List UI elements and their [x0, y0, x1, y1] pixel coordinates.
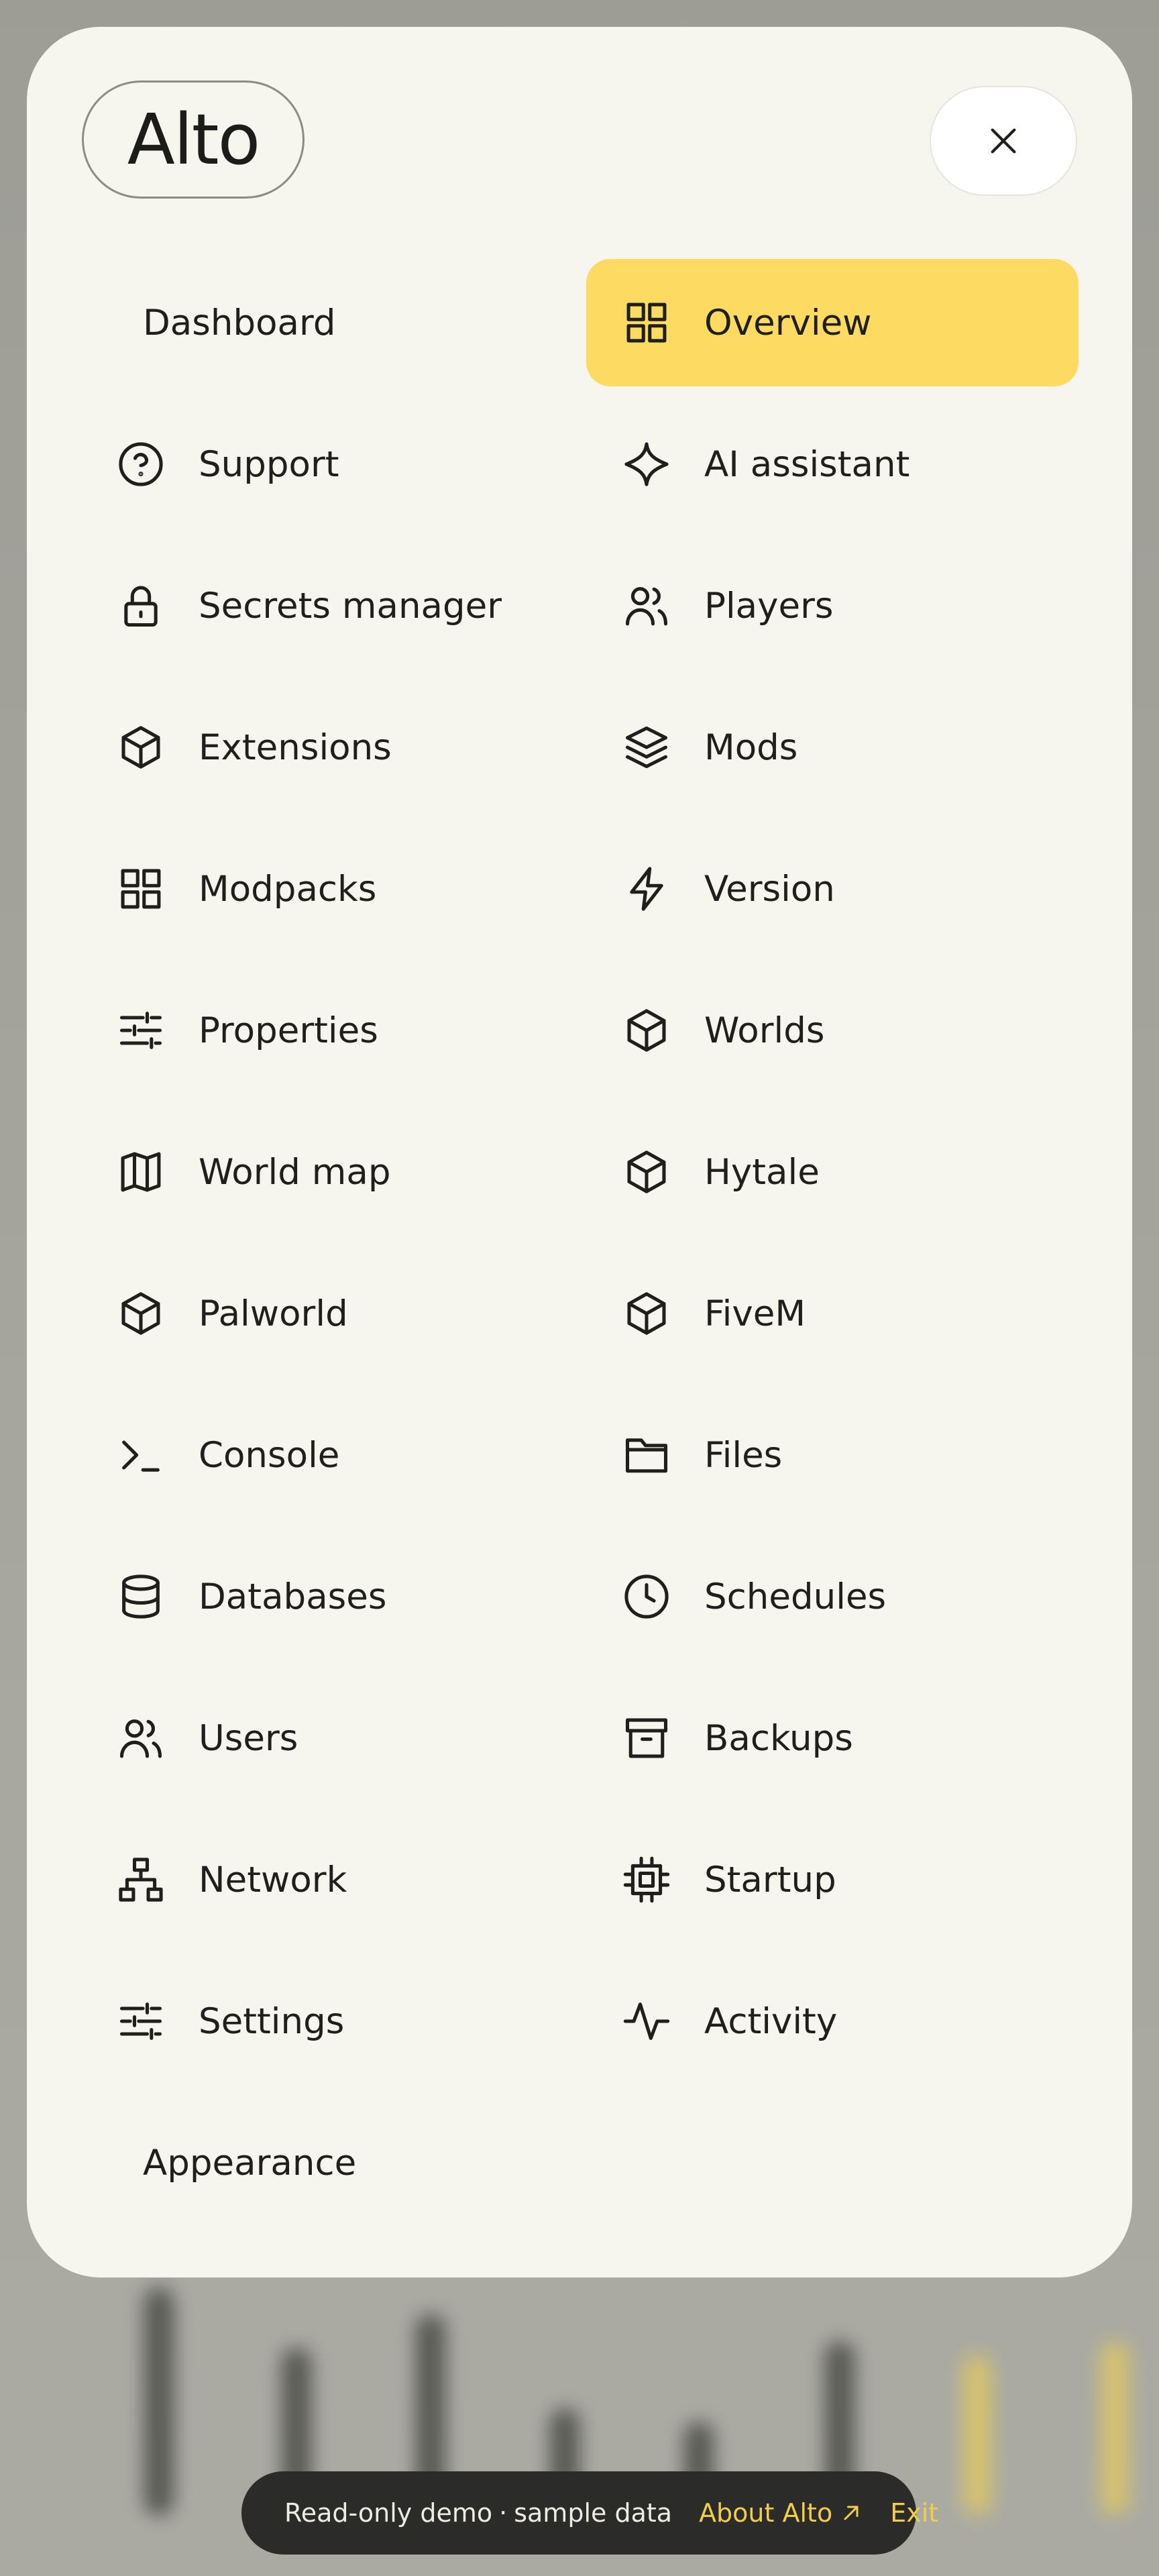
menu-item-support[interactable]: Support: [80, 400, 553, 528]
menu-item-network[interactable]: Network: [80, 1816, 553, 1943]
menu-item-schedules[interactable]: Schedules: [586, 1533, 1079, 1660]
activity-icon: [620, 1994, 673, 2048]
arrow-up-right-icon: [844, 2506, 859, 2520]
menu-item-label: Hytale: [704, 1151, 820, 1193]
demo-text: Read-only demo: [284, 2498, 493, 2528]
menu-item-extensions[interactable]: Extensions: [80, 684, 553, 811]
menu-item-label: Files: [704, 1434, 783, 1476]
menu-item-label: Backups: [704, 1717, 853, 1759]
menu-item-label: Network: [199, 1859, 347, 1900]
layers-icon: [620, 720, 673, 774]
menu-item-appearance[interactable]: Appearance: [80, 2099, 553, 2226]
users-icon: [620, 579, 673, 633]
menu-item-fivem[interactable]: FiveM: [586, 1250, 1079, 1377]
menu-item-label: Mods: [704, 727, 798, 768]
menu-item-label: AI assistant: [704, 443, 910, 485]
menu-item-properties[interactable]: Properties: [80, 967, 553, 1094]
box-icon: [114, 720, 168, 774]
menu-item-version[interactable]: Version: [586, 825, 1079, 953]
sparkle-icon: [620, 437, 673, 491]
close-icon: [991, 128, 1016, 154]
about-alto-link[interactable]: About Alto: [699, 2498, 863, 2528]
menu-item-label: Worlds: [704, 1010, 825, 1051]
menu-item-settings[interactable]: Settings: [80, 1957, 553, 2085]
menu-item-console[interactable]: Console: [80, 1391, 553, 1519]
menu-item-overview[interactable]: Overview: [586, 259, 1079, 386]
menu-item-label: Overview: [704, 302, 872, 343]
menu-item-label: FiveM: [704, 1293, 806, 1334]
menu-item-label: Secrets manager: [199, 585, 502, 627]
menu-item-players[interactable]: Players: [586, 542, 1079, 669]
clock-icon: [620, 1570, 673, 1623]
menu-item-label: Palworld: [199, 1293, 348, 1334]
demo-notice-bar: Read-only demo · sample data About Alto …: [241, 2471, 938, 2555]
menu-item-label: Dashboard: [143, 302, 336, 343]
menu-item-label: Properties: [199, 1010, 378, 1051]
network-icon: [114, 1853, 168, 1907]
box-icon: [114, 1287, 168, 1340]
close-menu-button[interactable]: [930, 86, 1077, 196]
box-icon: [620, 1287, 673, 1340]
grid-icon: [114, 862, 168, 916]
alto-logo[interactable]: Alto: [82, 80, 305, 199]
sliders-icon: [114, 1004, 168, 1057]
menu-item-label: Databases: [199, 1576, 387, 1617]
demo-separator: ·: [499, 2498, 508, 2528]
box-icon: [620, 1004, 673, 1057]
menu-item-label: Users: [199, 1717, 298, 1759]
menu-item-databases[interactable]: Databases: [80, 1533, 553, 1660]
zap-icon: [620, 862, 673, 916]
menu-item-label: Startup: [704, 1859, 836, 1900]
menu-item-label: Settings: [199, 2000, 345, 2042]
menu-item-label: Appearance: [143, 2142, 357, 2184]
menu-item-startup[interactable]: Startup: [586, 1816, 1079, 1943]
menu-item-hytale[interactable]: Hytale: [586, 1108, 1079, 1236]
about-alto-label: About Alto: [699, 2498, 833, 2528]
help-circle-icon: [114, 437, 168, 491]
menu-grid: Dashboard Overview Support AI assistant Secr…: [80, 259, 1079, 2226]
menu-item-label: Players: [704, 585, 834, 627]
archive-icon: [620, 1711, 673, 1765]
menu-item-world-map[interactable]: World map: [80, 1108, 553, 1236]
sliders-icon: [114, 1994, 168, 2048]
menu-item-mods[interactable]: Mods: [586, 684, 1079, 811]
menu-item-label: World map: [199, 1151, 391, 1193]
lock-icon: [114, 579, 168, 633]
grid-icon: [620, 296, 673, 350]
menu-item-label: Extensions: [199, 727, 392, 768]
menu-empty-cell: [586, 2099, 1079, 2226]
menu-item-label: Activity: [704, 2000, 838, 2042]
box-icon: [620, 1145, 673, 1199]
folder-icon: [620, 1428, 673, 1482]
menu-item-label: Schedules: [704, 1576, 887, 1617]
menu-item-worlds[interactable]: Worlds: [586, 967, 1079, 1094]
menu-item-activity[interactable]: Activity: [586, 1957, 1079, 2085]
menu-item-palworld[interactable]: Palworld: [80, 1250, 553, 1377]
menu-item-label: Console: [199, 1434, 340, 1476]
users-icon: [114, 1711, 168, 1765]
map-icon: [114, 1145, 168, 1199]
menu-item-users[interactable]: Users: [80, 1674, 553, 1802]
menu-item-secrets-manager[interactable]: Secrets manager: [80, 542, 553, 669]
menu-item-ai-assistant[interactable]: AI assistant: [586, 400, 1079, 528]
database-icon: [114, 1570, 168, 1623]
navigation-menu-panel: Alto Dashboard Overview Support AI assistan…: [27, 27, 1132, 2277]
exit-link[interactable]: Exit: [890, 2498, 938, 2528]
menu-item-modpacks[interactable]: Modpacks: [80, 825, 553, 953]
cpu-icon: [620, 1853, 673, 1907]
demo-text-sample: sample data: [514, 2498, 673, 2528]
menu-item-label: Support: [199, 443, 339, 485]
menu-item-backups[interactable]: Backups: [586, 1674, 1079, 1802]
terminal-icon: [114, 1428, 168, 1482]
menu-item-label: Modpacks: [199, 868, 377, 910]
menu-item-files[interactable]: Files: [586, 1391, 1079, 1519]
menu-item-dashboard[interactable]: Dashboard: [80, 259, 553, 386]
menu-item-label: Version: [704, 868, 835, 910]
